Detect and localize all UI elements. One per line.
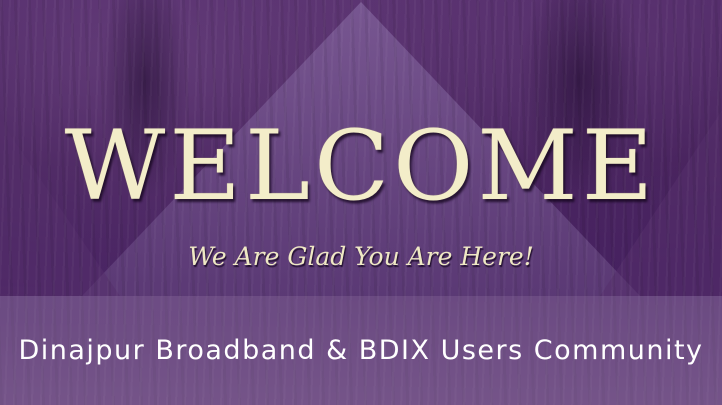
community-band: Dinajpur Broadband & BDIX Users Communit… bbox=[0, 296, 722, 405]
welcome-banner: WELCOME We Are Glad You Are Here! Dinajp… bbox=[0, 0, 722, 405]
community-name: Dinajpur Broadband & BDIX Users Communit… bbox=[18, 335, 704, 366]
welcome-headline: WELCOME bbox=[64, 110, 658, 222]
welcome-tagline: We Are Glad You Are Here! bbox=[188, 242, 534, 271]
